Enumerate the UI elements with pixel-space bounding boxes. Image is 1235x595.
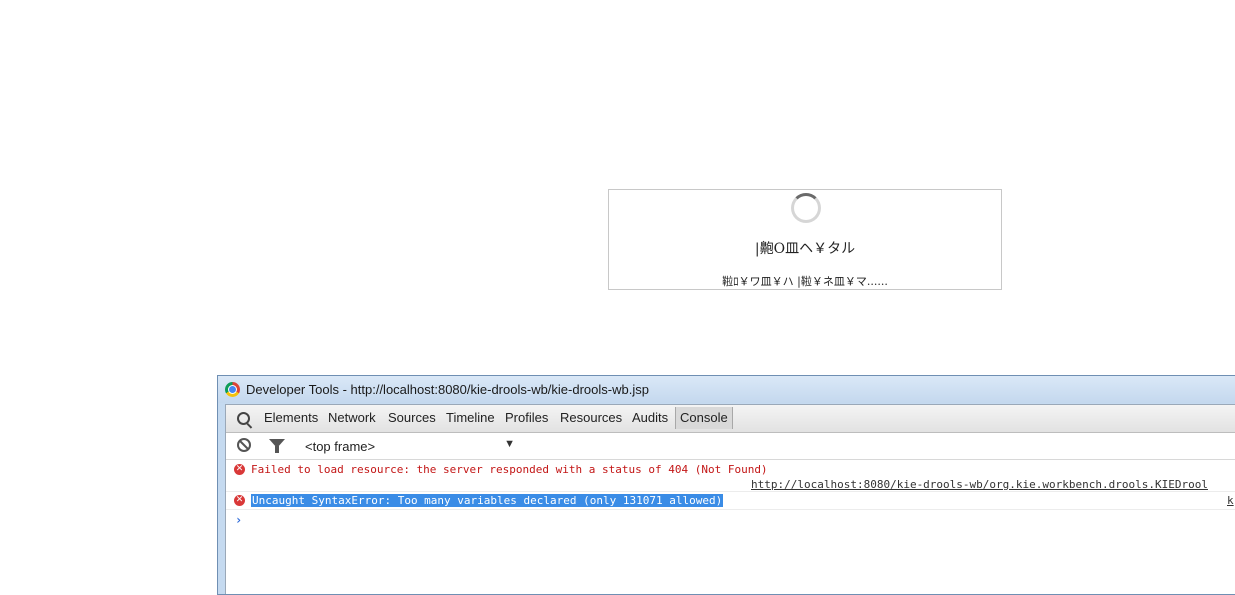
devtools-window: Developer Tools - http://localhost:8080/…	[217, 375, 1235, 595]
dropdown-arrow-icon: ▼	[504, 438, 515, 450]
tab-console[interactable]: Console	[675, 407, 733, 429]
console-output[interactable]: ✕ Failed to load resource: the server re…	[226, 460, 1235, 594]
error-icon: ✕	[234, 495, 245, 506]
error-icon: ✕	[234, 464, 245, 475]
panel-tabs-toolbar: Elements Network Sources Timeline Profil…	[226, 405, 1235, 433]
frame-select[interactable]: <top frame> ▼	[305, 438, 515, 455]
chrome-icon	[225, 382, 240, 397]
message-divider	[226, 509, 1235, 510]
window-titlebar[interactable]: Developer Tools - http://localhost:8080/…	[218, 376, 1235, 403]
loading-message: 鞡ﾛ￥ワ皿￥ハ |鞡￥ネ皿￥マ......	[722, 275, 888, 288]
tab-resources[interactable]: Resources	[560, 410, 622, 425]
loading-spinner-icon	[791, 193, 821, 223]
console-source-link[interactable]: k	[1227, 494, 1234, 507]
console-message-404: Failed to load resource: the server resp…	[251, 463, 768, 476]
search-icon[interactable]	[237, 412, 250, 425]
frame-select-value: <top frame>	[305, 439, 376, 454]
tab-sources[interactable]: Sources	[388, 410, 436, 425]
message-divider	[226, 491, 1235, 492]
tab-network[interactable]: Network	[328, 410, 376, 425]
filter-icon[interactable]	[269, 439, 285, 453]
console-filter-bar: <top frame> ▼	[226, 433, 1235, 460]
devtools-content: Elements Network Sources Timeline Profil…	[225, 404, 1235, 594]
tab-audits[interactable]: Audits	[632, 410, 668, 425]
tab-profiles[interactable]: Profiles	[505, 410, 548, 425]
console-message-syntax-error[interactable]: Uncaught SyntaxError: Too many variables…	[251, 494, 724, 507]
clear-console-icon[interactable]	[237, 438, 251, 452]
tab-elements[interactable]: Elements	[264, 410, 318, 425]
window-title: Developer Tools - http://localhost:8080/…	[246, 382, 649, 397]
loading-title: |䶌O皿ヘ￥タル	[754, 241, 856, 257]
loading-popup: |䶌O皿ヘ￥タル 鞡ﾛ￥ワ皿￥ハ |鞡￥ネ皿￥マ......	[608, 189, 1002, 290]
console-source-link[interactable]: http://localhost:8080/kie-drools-wb/org.…	[751, 478, 1208, 491]
tab-timeline[interactable]: Timeline	[446, 410, 495, 425]
console-prompt-icon[interactable]: ›	[235, 513, 242, 527]
